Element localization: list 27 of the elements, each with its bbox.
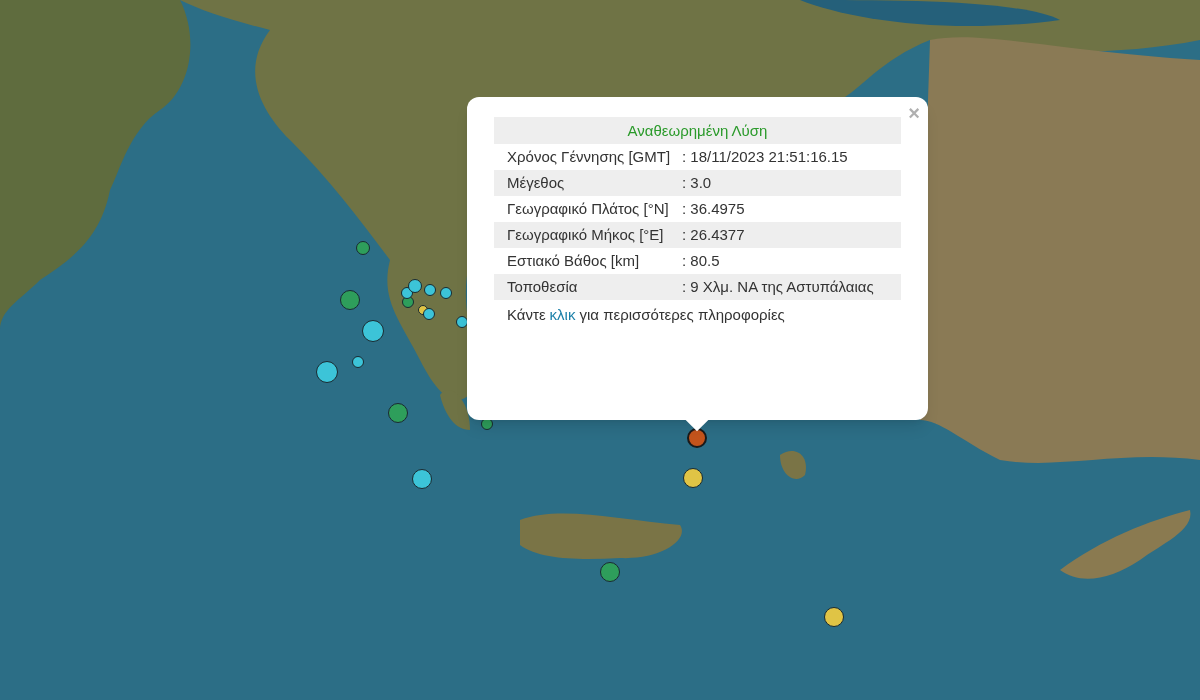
footer-text: Κάντε [507, 305, 546, 325]
earthquake-marker[interactable] [687, 428, 707, 448]
earthquake-marker[interactable] [352, 356, 364, 368]
footer-text: για περισσότερες πληροφορίες [579, 305, 785, 325]
field-label: Μέγεθος [506, 173, 566, 193]
earthquake-marker[interactable] [362, 320, 384, 342]
field-label: Τοποθεσία [506, 277, 579, 297]
field-value: : 26.4377 [682, 225, 746, 245]
more-info-link[interactable]: κλικ [549, 303, 576, 327]
field-value: : 3.0 [682, 173, 713, 193]
earthquake-marker[interactable] [683, 468, 703, 488]
field-value: : 36.4975 [682, 199, 746, 219]
field-value: : 9 Χλμ. ΝΑ της Αστυπάλαιας [682, 277, 875, 297]
earthquake-marker[interactable] [340, 290, 360, 310]
field-label: Χρόνος Γέννησης [GMT] [506, 147, 672, 167]
earthquake-marker[interactable] [316, 361, 338, 383]
earthquake-marker[interactable] [388, 403, 408, 423]
field-label: Γεωγραφικό Μήκος [°E] [506, 225, 665, 245]
earthquake-marker[interactable] [412, 469, 432, 489]
earthquake-marker[interactable] [356, 241, 370, 255]
popup-title: Αναθεωρημένη Λύση [494, 117, 901, 144]
field-label: Εστιακό Βάθος [km] [506, 251, 641, 271]
field-label: Γεωγραφικό Πλάτος [°N] [506, 199, 670, 219]
field-value: : 80.5 [682, 251, 721, 271]
field-value: : 18/11/2023 21:51:16.15 [682, 147, 849, 167]
earthquake-marker[interactable] [824, 607, 844, 627]
earthquake-marker[interactable] [600, 562, 620, 582]
